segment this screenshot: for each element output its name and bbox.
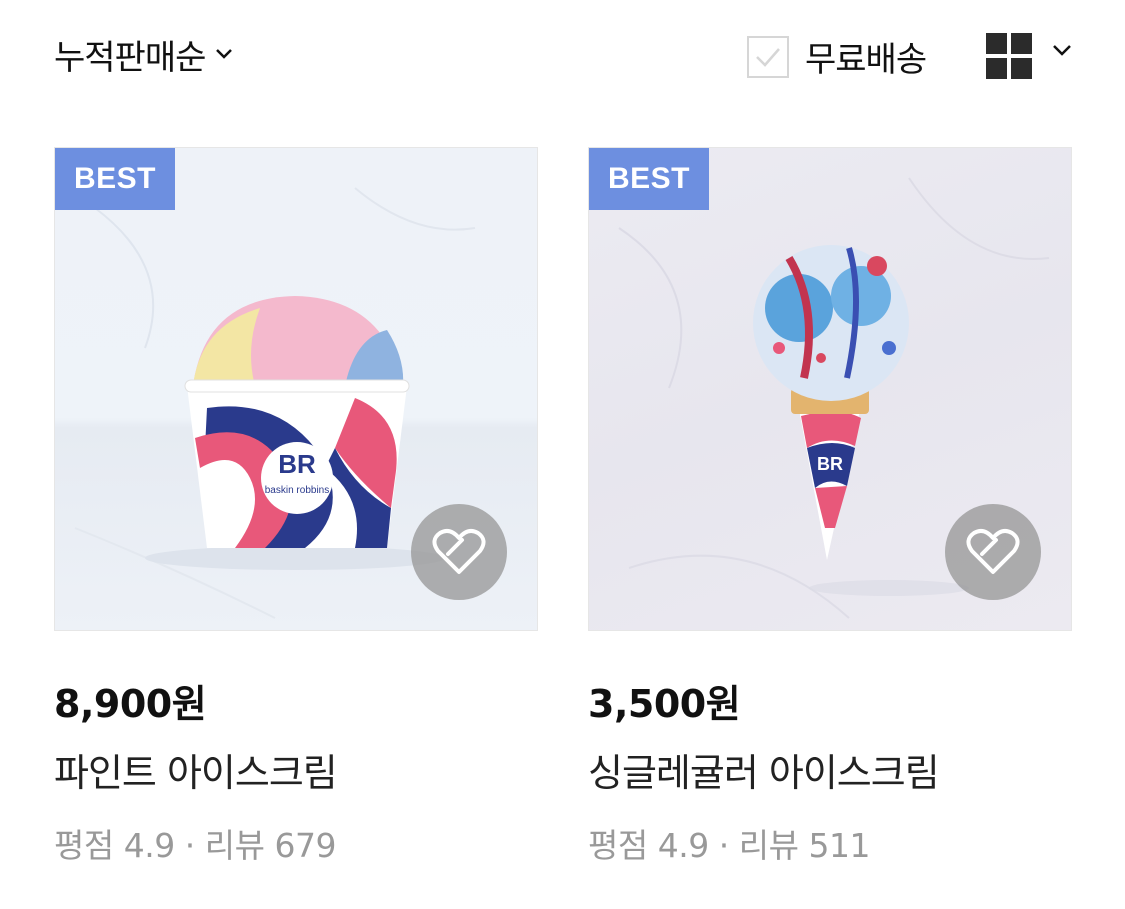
review-label: 리뷰 <box>738 826 799 865</box>
review-label: 리뷰 <box>204 826 265 865</box>
product-card[interactable]: BR BEST 3,500원 싱글레귤러 아이스크림 평점 4.9 · 리뷰 511 <box>588 147 1072 867</box>
product-image[interactable]: BR baskin robbins BEST <box>54 147 538 631</box>
product-name[interactable]: 싱글레귤러 아이스크림 <box>588 742 1072 797</box>
svg-text:BR: BR <box>817 454 843 474</box>
product-card[interactable]: BR baskin robbins BEST 8,900원 파인트 아이스크림 … <box>54 147 538 867</box>
rating-label: 평점 <box>54 826 114 865</box>
free-shipping-checkbox[interactable] <box>747 35 789 78</box>
product-rating-reviews: 평점 4.9 · 리뷰 679 <box>54 819 538 867</box>
view-chevron-down-icon[interactable] <box>1052 42 1072 61</box>
free-shipping-filter[interactable]: 무료배송 <box>747 32 927 81</box>
svg-text:BR: BR <box>278 449 316 479</box>
rating-value: 4.9 <box>657 826 709 865</box>
grid-view-icon[interactable] <box>986 33 1032 79</box>
product-price: 8,900원 <box>54 682 207 726</box>
filter-bar: 누적판매순 무료배송 <box>0 0 1125 110</box>
chevron-down-icon <box>215 45 233 64</box>
rating-label: 평점 <box>588 826 648 865</box>
sort-dropdown[interactable]: 누적판매순 <box>54 30 233 79</box>
best-badge: BEST <box>55 148 175 210</box>
sort-label: 누적판매순 <box>54 38 206 78</box>
review-count: 679 <box>274 826 336 865</box>
review-count: 511 <box>808 826 870 865</box>
separator-dot: · <box>718 826 730 865</box>
product-rating-reviews: 평점 4.9 · 리뷰 511 <box>588 819 1072 867</box>
wishlist-heart-icon[interactable] <box>945 504 1041 600</box>
rating-value: 4.9 <box>123 826 175 865</box>
check-icon <box>756 47 780 67</box>
product-name[interactable]: 파인트 아이스크림 <box>54 742 538 797</box>
svg-text:baskin robbins: baskin robbins <box>265 485 329 496</box>
product-price: 3,500원 <box>588 682 741 726</box>
wishlist-heart-icon[interactable] <box>411 504 507 600</box>
separator-dot: · <box>184 826 196 865</box>
free-shipping-label: 무료배송 <box>805 40 927 80</box>
best-badge: BEST <box>589 148 709 210</box>
product-image[interactable]: BR BEST <box>588 147 1072 631</box>
